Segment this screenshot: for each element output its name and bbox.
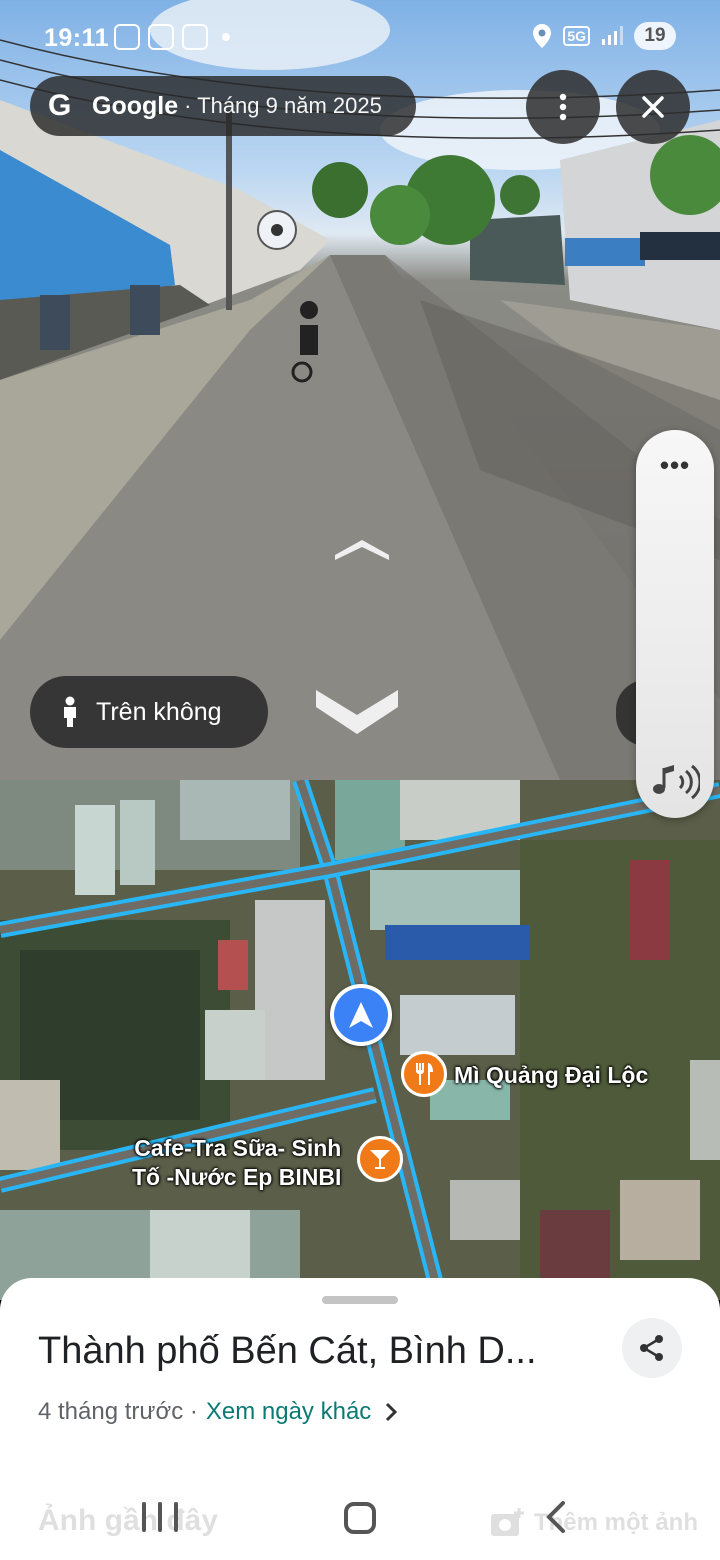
panel-handle-dots: •••	[659, 450, 691, 480]
home-button[interactable]	[344, 1502, 376, 1534]
app-notification-icon	[114, 24, 140, 50]
poi-label-cafe[interactable]: Cafe-Tra Sữa- Sinh Tố -Nước Ep BINBI	[132, 1134, 341, 1192]
place-title: Thành phố Bến Cát, Bình D...	[38, 1330, 537, 1372]
brand-label: Google	[92, 91, 179, 120]
photo-age: 4 tháng trước ·	[38, 1398, 198, 1425]
system-icons: 5G 19	[531, 22, 676, 50]
signal-icon	[602, 26, 623, 45]
poi-marker-restaurant[interactable]	[401, 1051, 447, 1097]
aerial-view-button[interactable]: Trên không	[30, 676, 268, 748]
music-audio-icon[interactable]	[650, 762, 700, 802]
tiktok-icon	[148, 24, 174, 50]
back-button[interactable]	[546, 1500, 566, 1534]
navigation-arrow-icon	[349, 1002, 373, 1028]
status-time: 19:11	[44, 24, 110, 52]
more-options-button[interactable]	[526, 70, 600, 144]
network-5g-icon: 5G	[563, 26, 590, 46]
capture-date: · Tháng 9 năm 2025	[184, 93, 382, 118]
chevron-right-icon[interactable]	[385, 1402, 398, 1422]
battery-indicator: 19	[634, 22, 676, 50]
more-vert-icon	[559, 93, 567, 121]
cafe-icon	[370, 1150, 390, 1169]
poi-label-restaurant[interactable]: Mì Quảng Đại Lộc	[454, 1062, 648, 1089]
sheet-drag-handle[interactable]	[322, 1296, 398, 1304]
system-navigation-bar	[0, 1470, 720, 1560]
pegman-icon	[64, 696, 76, 727]
recent-apps-button[interactable]	[142, 1502, 178, 1532]
location-icon	[533, 24, 552, 48]
close-button[interactable]	[616, 70, 690, 144]
aerial-view-label: Trên không	[96, 697, 222, 726]
share-icon	[640, 1335, 663, 1361]
street-view-panorama[interactable]: 19:11 5G 19 G Google · Tháng 9 năm 2025 …	[0, 0, 720, 780]
restaurant-icon	[416, 1063, 433, 1085]
see-other-dates-link[interactable]: Xem ngày khác	[206, 1398, 371, 1426]
poi-marker-cafe[interactable]	[357, 1136, 403, 1182]
messenger-icon	[182, 24, 208, 50]
share-button[interactable]	[622, 1318, 682, 1378]
notification-icons	[114, 24, 230, 50]
status-bar: 19:11 5G 19	[0, 0, 720, 78]
photo-date-row: 4 tháng trước · Xem ngày khác	[38, 1398, 398, 1426]
audio-side-panel[interactable]: •••	[636, 430, 714, 818]
more-notifications-icon	[222, 33, 230, 41]
street-view-position-marker[interactable]	[330, 984, 392, 1046]
street-view-info-pill[interactable]: G Google · Tháng 9 năm 2025	[30, 76, 416, 136]
close-icon	[642, 96, 664, 118]
google-g-icon: G	[48, 89, 72, 122]
